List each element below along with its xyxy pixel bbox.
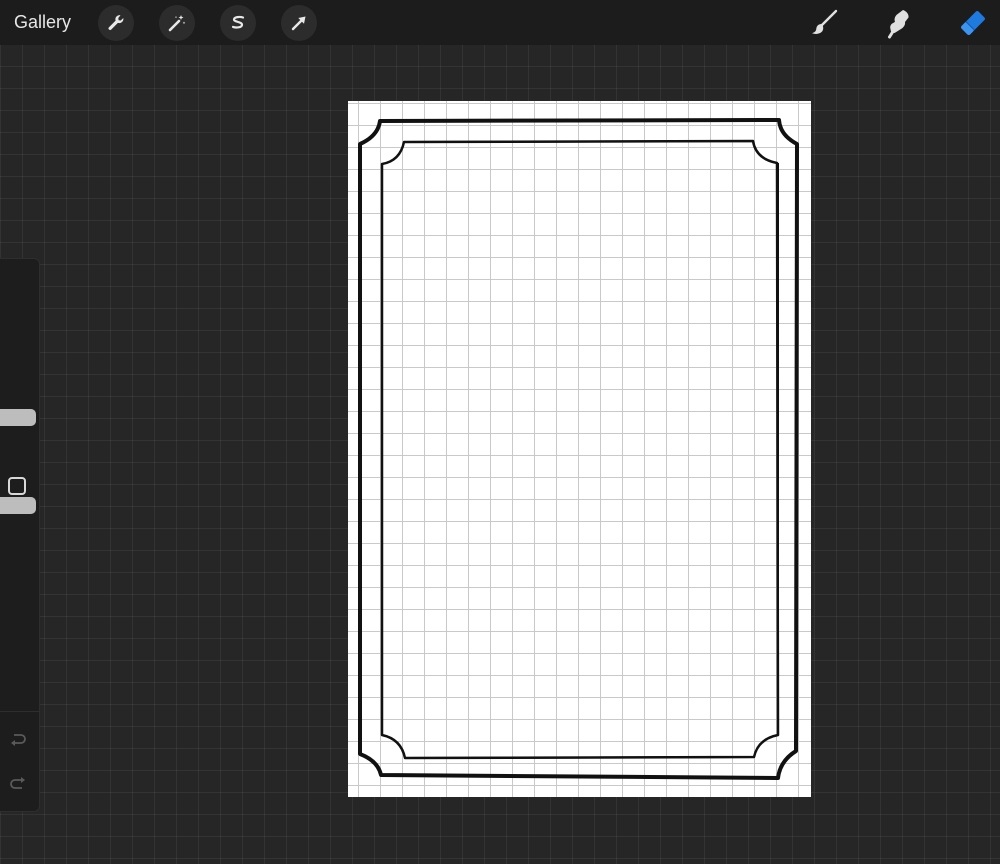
undo-button[interactable]	[6, 729, 30, 749]
outer-frame-stroke	[358, 118, 799, 780]
magic-wand-icon	[168, 15, 186, 32]
brush-sidebar	[0, 258, 40, 812]
smudge-button[interactable]	[880, 4, 918, 42]
wrench-icon	[108, 15, 124, 30]
adjustments-button[interactable]	[159, 5, 195, 41]
arrow-cursor-icon	[291, 16, 306, 31]
selection-icon	[231, 15, 245, 29]
erase-button[interactable]	[954, 4, 992, 42]
redo-icon	[10, 777, 25, 789]
inner-panel-stroke	[381, 140, 779, 759]
modify-square-button[interactable]	[8, 477, 26, 495]
sidebar-divider	[0, 711, 39, 712]
eraser-icon	[961, 11, 985, 35]
brush-icon	[812, 9, 838, 34]
actions-button[interactable]	[98, 5, 134, 41]
undo-icon	[11, 734, 26, 746]
gallery-button[interactable]: Gallery	[14, 11, 71, 33]
top-toolbar: Gallery	[0, 0, 1000, 45]
paint-button[interactable]	[805, 4, 843, 42]
transform-button[interactable]	[281, 5, 317, 41]
brush-size-slider[interactable]	[0, 409, 36, 427]
drawing-canvas[interactable]	[348, 101, 811, 797]
selection-button[interactable]	[220, 5, 256, 41]
ornate-frame-artwork	[358, 118, 799, 780]
redo-button[interactable]	[6, 774, 30, 794]
brush-opacity-slider[interactable]	[0, 497, 36, 515]
smudge-icon	[888, 10, 909, 39]
inner-frame-stroke	[380, 139, 780, 760]
